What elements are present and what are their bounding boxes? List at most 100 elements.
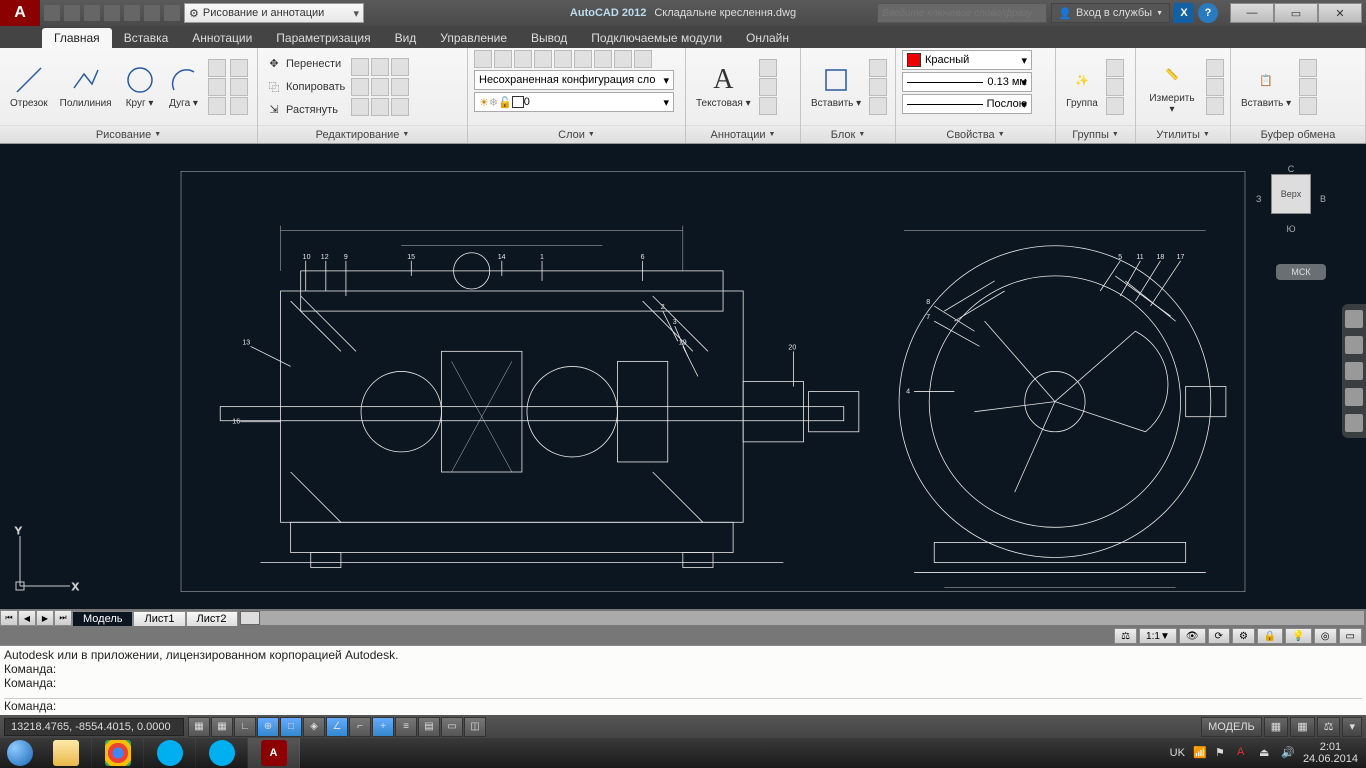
layer-freeze-icon[interactable] xyxy=(514,50,532,68)
tab-layout1[interactable]: Лист1 xyxy=(133,611,185,626)
ducs-toggle[interactable]: ⌐ xyxy=(349,717,371,737)
tab-plugins[interactable]: Подключаемые модули xyxy=(579,28,734,48)
quickview-drawings-icon[interactable]: ▦ xyxy=(1290,717,1314,737)
viewcube-east[interactable]: В xyxy=(1320,194,1326,204)
panel-draw-title[interactable]: Рисование▼ xyxy=(0,125,257,143)
viewcube-face[interactable]: Верх xyxy=(1271,174,1311,214)
pan-icon[interactable] xyxy=(1345,336,1363,354)
tab-layout2[interactable]: Лист2 xyxy=(186,611,238,626)
ucs-msk-button[interactable]: МСК xyxy=(1276,264,1326,280)
safely-remove-icon[interactable]: ⏏ xyxy=(1259,746,1273,760)
region-icon[interactable] xyxy=(230,78,248,96)
paste-button[interactable]: 📋 Вставить ▾ xyxy=(1237,62,1295,111)
spline-icon[interactable] xyxy=(208,78,226,96)
color-dropdown[interactable]: Красный xyxy=(902,50,1032,70)
tab-model[interactable]: Модель xyxy=(72,611,133,626)
cut-icon[interactable] xyxy=(1299,59,1317,77)
orbit-icon[interactable] xyxy=(1345,388,1363,406)
qselect-icon[interactable] xyxy=(1206,78,1224,96)
qat-redo-icon[interactable] xyxy=(164,5,180,21)
tab-output[interactable]: Вывод xyxy=(519,28,579,48)
layer-match-icon[interactable] xyxy=(574,50,592,68)
layer-iso-icon[interactable] xyxy=(614,50,632,68)
search-input[interactable] xyxy=(877,3,1047,23)
ungroup-icon[interactable] xyxy=(1106,59,1124,77)
grid-toggle[interactable]: ▦ xyxy=(211,717,233,737)
copy-clip-icon[interactable] xyxy=(1299,78,1317,96)
copy-button[interactable]: ⿻Копировать xyxy=(264,76,347,98)
dyn-toggle[interactable]: + xyxy=(372,717,394,737)
tab-annotate[interactable]: Аннотации xyxy=(180,28,264,48)
insert-block-button[interactable]: Вставить ▾ xyxy=(807,62,865,111)
showmotion-icon[interactable] xyxy=(1345,414,1363,432)
tab-online[interactable]: Онлайн xyxy=(734,28,801,48)
sc-toggle[interactable]: ◫ xyxy=(464,717,486,737)
trim-icon[interactable] xyxy=(371,58,389,76)
explode-icon[interactable] xyxy=(391,98,409,116)
block-attr-icon[interactable] xyxy=(869,97,887,115)
layout-first-icon[interactable]: ⏮ xyxy=(0,610,18,626)
drawing-canvas[interactable]: 10 12 9 15 14 1 6 13 2 3 19 16 20 xyxy=(180,164,1246,599)
fillet-icon[interactable] xyxy=(391,58,409,76)
zoom-extents-icon[interactable] xyxy=(1345,362,1363,380)
maximize-button[interactable]: ▭ xyxy=(1274,3,1318,23)
viewcube-south[interactable]: Ю xyxy=(1286,224,1295,234)
group-bbox-icon[interactable] xyxy=(1106,97,1124,115)
tab-parametric[interactable]: Параметризация xyxy=(264,28,382,48)
viewcube-west[interactable]: З xyxy=(1256,194,1261,204)
tab-manage[interactable]: Управление xyxy=(428,28,519,48)
group-edit-icon[interactable] xyxy=(1106,78,1124,96)
panel-groups-title[interactable]: Группы▼ xyxy=(1056,125,1135,143)
select-icon[interactable] xyxy=(1206,59,1224,77)
network-icon[interactable]: 📶 xyxy=(1193,746,1207,760)
tpy-toggle[interactable]: ▤ xyxy=(418,717,440,737)
lineweight-dropdown[interactable]: 0.13 мм xyxy=(902,72,1032,92)
full-nav-wheel-icon[interactable] xyxy=(1345,310,1363,328)
layer-prop-icon[interactable] xyxy=(474,50,492,68)
lwt-toggle[interactable]: ≡ xyxy=(395,717,417,737)
viewcube-north[interactable]: С xyxy=(1288,164,1295,174)
rotate-icon[interactable] xyxy=(351,58,369,76)
qat-save-icon[interactable] xyxy=(84,5,100,21)
start-button[interactable] xyxy=(0,738,40,768)
qat-saveas-icon[interactable] xyxy=(104,5,120,21)
drawing-area[interactable]: [−] [Верхняя] [2D каркас] — ▭ ✕ xyxy=(0,144,1366,609)
volume-icon[interactable]: 🔊 xyxy=(1281,746,1295,760)
exchange-icon[interactable]: X xyxy=(1174,3,1194,23)
linetype-dropdown[interactable]: Послою xyxy=(902,94,1032,114)
coords-display[interactable]: 13218.4765, -8554.4015, 0.0000 xyxy=(4,718,184,736)
autoscale-icon[interactable]: ⟳ xyxy=(1208,628,1230,644)
create-block-icon[interactable] xyxy=(869,59,887,77)
mirror-icon[interactable] xyxy=(351,78,369,96)
otrack-toggle[interactable]: ∠ xyxy=(326,717,348,737)
circle-button[interactable]: Круг ▾ xyxy=(120,62,160,111)
task-skype1[interactable] xyxy=(144,738,196,768)
3dosnap-toggle[interactable]: ◈ xyxy=(303,717,325,737)
panel-annotation-title[interactable]: Аннотации▼ xyxy=(686,125,800,143)
close-button[interactable]: ✕ xyxy=(1318,3,1362,23)
qat-plot-icon[interactable] xyxy=(124,5,140,21)
layout-prev-icon[interactable]: ◀ xyxy=(18,610,36,626)
layer-on-icon[interactable] xyxy=(494,50,512,68)
panel-layers-title[interactable]: Слои▼ xyxy=(468,125,685,143)
panel-modify-title[interactable]: Редактирование▼ xyxy=(258,125,467,143)
lang-indicator[interactable]: UK xyxy=(1170,747,1185,759)
qat-new-icon[interactable] xyxy=(44,5,60,21)
tray-autocad-icon[interactable]: A xyxy=(1237,746,1251,760)
hatch-icon[interactable] xyxy=(230,59,248,77)
calc-icon[interactable] xyxy=(1206,97,1224,115)
workspace-switch-icon[interactable]: ⚙ xyxy=(1232,628,1255,644)
task-skype2[interactable] xyxy=(196,738,248,768)
layer-state-dropdown[interactable]: Несохраненная конфигурация сло xyxy=(474,70,674,90)
isolate-icon[interactable]: ◎ xyxy=(1314,628,1337,644)
point-icon[interactable] xyxy=(230,97,248,115)
layer-lock-icon[interactable] xyxy=(534,50,552,68)
viewcube[interactable]: С Ю З В Верх xyxy=(1256,164,1326,234)
scale-icon[interactable] xyxy=(351,98,369,116)
panel-block-title[interactable]: Блок▼ xyxy=(801,125,895,143)
arc-button[interactable]: Дуга ▾ xyxy=(164,62,204,111)
command-window[interactable]: Autodesk или в приложении, лицензированн… xyxy=(0,645,1366,715)
qat-open-icon[interactable] xyxy=(64,5,80,21)
tab-home[interactable]: Главная xyxy=(42,28,112,48)
stretch-button[interactable]: ⇲Растянуть xyxy=(264,99,347,121)
